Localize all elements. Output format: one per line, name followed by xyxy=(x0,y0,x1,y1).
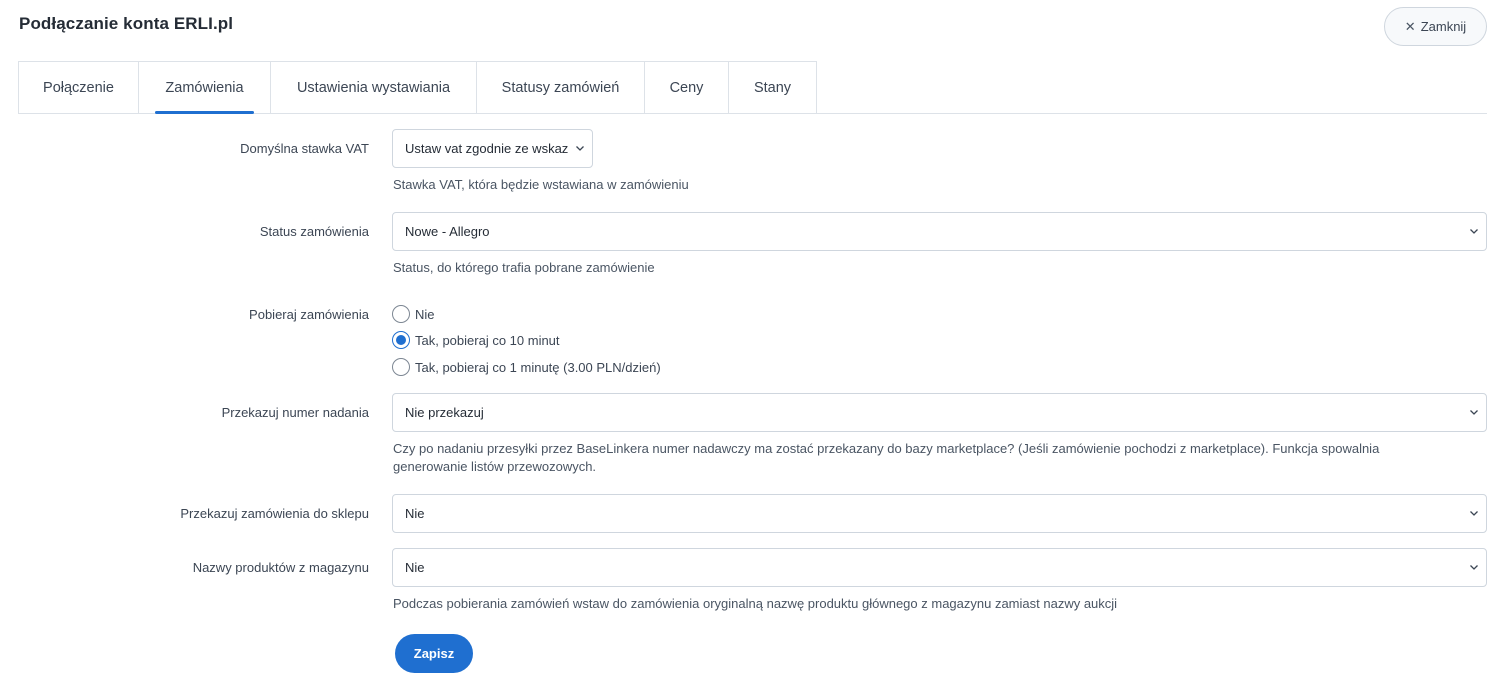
product-names-label: Nazwy produktów z magazynu xyxy=(192,560,369,575)
to-shop-select[interactable]: Nie xyxy=(392,494,1487,533)
chevron-down-icon xyxy=(1470,510,1478,516)
page-title: Podłączanie konta ERLI.pl xyxy=(19,14,234,33)
tracking-select-value: Nie przekazuj xyxy=(405,405,484,420)
status-help: Status, do którego trafia pobrane zamówi… xyxy=(393,260,655,275)
tab-ustawienia-wystawiania[interactable]: Ustawienia wystawiania xyxy=(271,61,477,114)
fetch-option-label: Tak, pobieraj co 1 minutę (3.00 PLN/dzie… xyxy=(415,359,661,375)
vat-select-value: Ustaw vat zgodnie ze wskaz xyxy=(405,141,569,156)
radio-button[interactable] xyxy=(392,305,410,323)
fetch-option-nie[interactable]: Nie xyxy=(392,305,435,323)
close-icon: ✕ xyxy=(1404,19,1416,34)
fetch-option-label: Nie xyxy=(415,306,435,322)
tracking-help: Czy po nadaniu przesyłki przez BaseLinke… xyxy=(393,440,1379,476)
fetch-option-label: Tak, pobieraj co 10 minut xyxy=(415,332,560,348)
vat-help: Stawka VAT, która będzie wstawiana w zam… xyxy=(393,177,689,192)
product-names-help: Podczas pobierania zamówień wstaw do zam… xyxy=(393,596,1118,611)
vat-label: Domyślna stawka VAT xyxy=(240,141,369,156)
tracking-help-line1: Czy po nadaniu przesyłki przez BaseLinke… xyxy=(393,441,1380,456)
status-select[interactable]: Nowe - Allegro xyxy=(392,212,1487,251)
tab-zamowienia[interactable]: Zamówienia xyxy=(139,61,271,114)
product-names-select-value: Nie xyxy=(405,560,425,575)
status-select-value: Nowe - Allegro xyxy=(405,224,490,239)
tab-ceny[interactable]: Ceny xyxy=(645,61,729,114)
product-names-select[interactable]: Nie xyxy=(392,548,1487,587)
radio-button-checked[interactable] xyxy=(392,331,410,349)
chevron-down-icon xyxy=(576,145,584,151)
chevron-down-icon xyxy=(1470,228,1478,234)
tab-polaczenie[interactable]: Połączenie xyxy=(18,61,139,114)
fetch-option-1-min[interactable]: Tak, pobieraj co 1 minutę (3.00 PLN/dzie… xyxy=(392,358,661,376)
radio-button[interactable] xyxy=(392,358,410,376)
close-button-label: Zamknij xyxy=(1420,19,1467,34)
fetch-option-10-min[interactable]: Tak, pobieraj co 10 minut xyxy=(392,331,560,349)
save-button[interactable]: Zapisz xyxy=(395,634,473,673)
chevron-down-icon xyxy=(1470,409,1478,415)
tracking-help-line2: generowanie listów przewozowych. xyxy=(393,459,597,474)
close-button[interactable]: ✕ Zamknij xyxy=(1384,7,1487,46)
vat-select[interactable]: Ustaw vat zgodnie ze wskaz xyxy=(392,129,593,168)
tab-bar: Połączenie Zamówienia Ustawienia wystawi… xyxy=(18,61,817,114)
fetch-label: Pobieraj zamówienia xyxy=(249,307,369,322)
chevron-down-icon xyxy=(1470,564,1478,570)
status-label: Status zamówienia xyxy=(259,224,369,239)
tab-statusy-zamowien[interactable]: Statusy zamówień xyxy=(477,61,645,114)
to-shop-label: Przekazuj zamówienia do sklepu xyxy=(180,506,369,521)
tracking-label: Przekazuj numer nadania xyxy=(221,405,369,420)
tab-stany[interactable]: Stany xyxy=(729,61,817,114)
tracking-select[interactable]: Nie przekazuj xyxy=(392,393,1487,432)
to-shop-select-value: Nie xyxy=(405,506,425,521)
